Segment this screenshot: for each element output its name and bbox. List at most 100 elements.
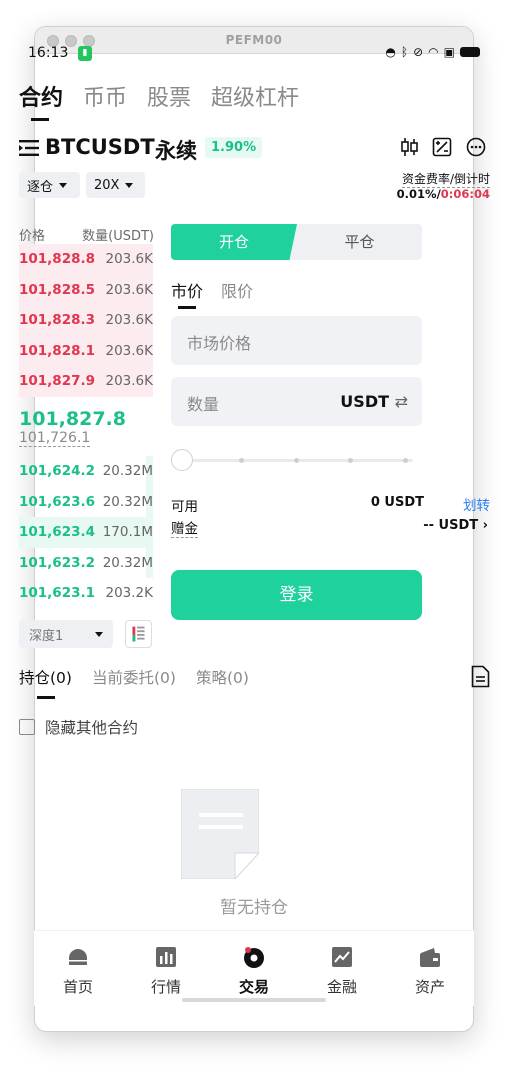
bid-qty: 20.32M (102, 463, 153, 479)
orderbook-layout-icon[interactable] (125, 620, 152, 648)
slider-step-25[interactable] (239, 458, 244, 463)
quantity-field[interactable]: 数量 USDT ⇄ (171, 377, 422, 426)
swap-icon: ⇄ (394, 392, 408, 411)
ask-price: 101,827.9 (19, 373, 96, 389)
ask-row[interactable]: 101,828.3 203.6K (19, 305, 153, 336)
status-bar: 16:13 ▮ ◓ ᛒ ⊘ ◠ ▣ (28, 44, 480, 64)
last-price: 101,827.8 (19, 408, 126, 430)
trade-icon (244, 947, 264, 968)
empty-document-icon (181, 789, 259, 879)
home-icon (69, 949, 87, 965)
finance-icon (332, 947, 352, 967)
pair-list-icon[interactable] (19, 140, 39, 156)
bonus-label[interactable]: 赠金 (171, 517, 198, 538)
market-icon (156, 947, 176, 967)
calculator-icon[interactable] (432, 137, 452, 157)
market-type-tabs: 合约 币币 股票 超级杠杆 (19, 80, 299, 121)
tab-market-order[interactable]: 市价 (171, 278, 203, 309)
chevron-down-icon (125, 182, 134, 188)
chevron-down-icon (59, 182, 68, 188)
margin-mode-value: 逐仓 (27, 179, 54, 195)
quantity-slider[interactable] (171, 449, 413, 471)
pair-symbol[interactable]: BTCUSDT (45, 135, 155, 159)
tab-open-orders[interactable]: 当前委托(0) (92, 666, 176, 688)
position-tabs: 持仓(0) 当前委托(0) 策略(0) (19, 666, 249, 699)
slider-step-75[interactable] (348, 458, 353, 463)
funding-rate: 0.01% (396, 187, 437, 201)
quantity-unit-toggle[interactable]: USDT ⇄ (340, 392, 408, 411)
orderbook-qty-header: 数量(USDT) (82, 229, 154, 244)
bluetooth-icon: ᛒ (400, 45, 409, 59)
price-field[interactable]: 市场价格 (171, 316, 422, 365)
tab-stocks[interactable]: 股票 (147, 80, 191, 112)
nav-home-label: 首页 (62, 978, 93, 996)
bid-row[interactable]: 101,624.2 20.32M (19, 456, 153, 487)
bid-row[interactable]: 101,623.2 20.32M (19, 547, 153, 578)
home-indicator (182, 998, 326, 1002)
app-badge-icon: ▮ (78, 46, 92, 61)
assets-icon (420, 948, 440, 967)
login-button[interactable]: 登录 (171, 570, 422, 620)
depth-select[interactable]: 深度1 (19, 620, 113, 648)
nav-assets[interactable]: 资产 (400, 945, 460, 997)
bid-row[interactable]: 101,623.1 203.2K (19, 578, 153, 609)
tab-spot[interactable]: 币币 (83, 80, 127, 112)
quantity-unit: USDT (340, 392, 390, 411)
margin-mode-select[interactable]: 逐仓 (19, 172, 80, 198)
open-position-tab[interactable]: 开仓 (171, 224, 297, 260)
leverage-value: 20X (94, 177, 120, 193)
order-history-icon[interactable] (471, 665, 490, 688)
funding-countdown: 0:06:04 (440, 187, 490, 201)
pair-header: BTCUSDT 永续 1.90% (19, 134, 490, 164)
leverage-select[interactable]: 20X (86, 172, 145, 198)
transfer-link[interactable]: 划转 (463, 494, 490, 514)
bid-row[interactable]: 101,623.4 170.1M (19, 517, 153, 548)
hide-others-checkbox[interactable] (19, 719, 35, 735)
tab-positions[interactable]: 持仓(0) (19, 666, 72, 699)
mark-price[interactable]: 101,726.1 (19, 430, 91, 447)
bonus-value[interactable]: -- USDT › (423, 518, 488, 533)
bottom-navigation: 首页 行情 交易 金融 资产 (34, 930, 474, 1006)
nav-finance-label: 金融 (326, 978, 357, 996)
ask-row[interactable]: 101,827.9 203.6K (19, 366, 153, 397)
nav-trade[interactable]: 交易 (224, 945, 284, 997)
ask-qty: 203.6K (105, 251, 153, 267)
orderbook-price-header: 价格 (19, 229, 46, 244)
slider-step-50[interactable] (294, 458, 299, 463)
ask-row[interactable]: 101,828.1 203.6K (19, 335, 153, 366)
mute-icon: ⊘ (413, 45, 424, 59)
ask-price: 101,828.8 (19, 251, 96, 267)
nav-home[interactable]: 首页 (48, 945, 108, 997)
funding-rate-value: 0.01%/0:06:04 (397, 187, 490, 201)
ask-qty: 203.6K (105, 312, 153, 328)
hide-others-label: 隐藏其他合约 (45, 719, 139, 737)
ask-row[interactable]: 101,828.8 203.6K (19, 244, 153, 275)
bid-qty: 20.32M (102, 554, 153, 571)
ask-row[interactable]: 101,828.5 203.6K (19, 274, 153, 305)
slider-knob[interactable] (171, 449, 193, 471)
slider-step-100[interactable] (403, 458, 408, 463)
more-options-icon[interactable] (466, 137, 486, 157)
orderbook-header: 价格 数量(USDT) (19, 225, 154, 244)
ask-qty: 203.6K (105, 342, 153, 359)
tab-super-leverage[interactable]: 超级杠杆 (211, 80, 299, 112)
nav-finance[interactable]: 金融 (312, 945, 372, 997)
ask-price: 101,828.5 (19, 281, 96, 298)
hide-other-contracts-toggle[interactable]: 隐藏其他合约 (19, 716, 138, 738)
bid-qty: 170.1M (102, 524, 153, 540)
tab-strategies[interactable]: 策略(0) (196, 666, 249, 688)
tab-limit-order[interactable]: 限价 (221, 278, 253, 302)
nav-market[interactable]: 行情 (136, 945, 196, 997)
price-change-badge: 1.90% (205, 137, 263, 158)
bid-row[interactable]: 101,623.6 20.32M (19, 486, 153, 517)
funding-rate-label[interactable]: 资金费率/倒计时 (401, 170, 490, 188)
wifi-icon: ◠ (428, 45, 439, 59)
close-position-tab[interactable]: 平仓 (297, 224, 422, 260)
ask-price: 101,828.1 (19, 342, 96, 359)
depth-value: 深度1 (29, 628, 64, 644)
candlestick-chart-icon[interactable] (400, 137, 420, 157)
tab-futures[interactable]: 合约 (19, 80, 63, 121)
ask-qty: 203.6K (105, 373, 153, 389)
status-icons: ◓ ᛒ ⊘ ◠ ▣ (385, 45, 480, 59)
nav-assets-label: 资产 (414, 978, 445, 996)
